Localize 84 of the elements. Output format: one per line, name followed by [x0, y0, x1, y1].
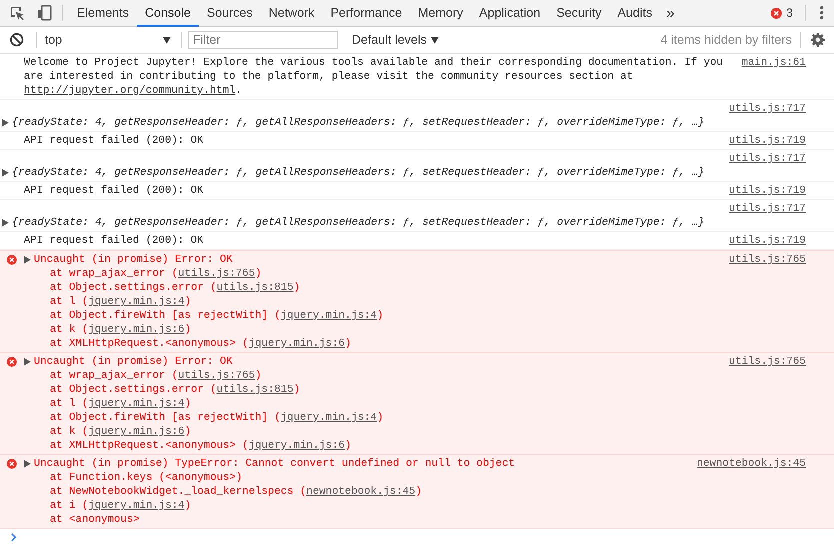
expand-triangle-icon[interactable] [2, 169, 9, 177]
source-link[interactable]: utils.js:717 [729, 102, 806, 116]
stack-frame: at Object.settings.error (utils.js:815) [34, 281, 718, 295]
panel-tab[interactable]: Sources [198, 0, 261, 26]
link[interactable]: utils.js:815 [216, 384, 294, 396]
caret-icon [163, 36, 171, 44]
object-preview[interactable]: {readyState: 4, getResponseHeader: ƒ, getAllResponseHeaders: ƒ, setRequestHeader: ƒ, overrideMimeType: ƒ, …} [12, 116, 705, 130]
menu-icon[interactable] [820, 6, 824, 20]
inspect-icon[interactable] [9, 5, 25, 21]
source-link[interactable]: utils.js:765 [729, 253, 806, 267]
stack-frame: at XMLHttpRequest.<anonymous> (jquery.min.js:6) [34, 439, 718, 453]
source-link[interactable]: utils.js:765 [729, 355, 806, 369]
panel-tab[interactable]: Audits [610, 0, 660, 26]
stack-frame: at l (jquery.min.js:4) [34, 397, 718, 411]
log-message: API request failed (200): OK [24, 135, 204, 147]
expand-triangle-icon[interactable] [2, 219, 9, 227]
hidden-items-note: 4 items hidden by filters [660, 33, 792, 47]
source-link[interactable]: utils.js:719 [729, 184, 806, 198]
object-preview[interactable]: {readyState: 4, getResponseHeader: ƒ, getAllResponseHeaders: ƒ, setRequestHeader: ƒ, overrideMimeType: ƒ, …} [12, 166, 705, 180]
link[interactable]: jquery.min.js:6 [88, 426, 185, 438]
caret-icon [431, 36, 440, 44]
stack-frame: at k (jquery.min.js:6) [34, 323, 718, 337]
prompt-chevron-icon [11, 533, 17, 542]
error-count[interactable]: 3 [786, 6, 793, 20]
stack-frame: at l (jquery.min.js:4) [34, 295, 718, 309]
stack-frame: at Function.keys (<anonymous>) [34, 471, 685, 485]
link[interactable]: jquery.min.js:6 [248, 338, 346, 350]
link[interactable]: utils.js:765 [178, 370, 256, 382]
link[interactable]: jquery.min.js:4 [88, 296, 185, 308]
panel-tab[interactable]: Performance [322, 0, 410, 26]
error-message: Uncaught (in promise) Error: OK [34, 253, 234, 267]
object-preview[interactable]: {readyState: 4, getResponseHeader: ƒ, getAllResponseHeaders: ƒ, setRequestHeader: ƒ, overrideMimeType: ƒ, …} [12, 216, 705, 230]
stack-frame: at Object.fireWith [as rejectWith] (jquery.min.js:4) [34, 309, 718, 323]
link[interactable]: utils.js:815 [216, 282, 294, 294]
clear-console-icon[interactable] [10, 33, 24, 47]
error-icon [7, 255, 17, 265]
link[interactable]: http://jupyter.org/community.html [24, 85, 236, 97]
panel-tab[interactable]: Security [548, 0, 610, 26]
link[interactable]: jquery.min.js:4 [280, 310, 378, 322]
device-toggle-icon[interactable] [37, 5, 53, 21]
filter-field[interactable]: Filter [188, 31, 338, 49]
error-icon [7, 357, 17, 367]
expand-triangle-icon[interactable] [24, 256, 31, 264]
stack-frame: at wrap_ajax_error (utils.js:765) [34, 369, 718, 383]
stack-frame: at Object.fireWith [as rejectWith] (jquery.min.js:4) [34, 411, 718, 425]
link[interactable]: utils.js:765 [178, 268, 256, 280]
stack-frame: at XMLHttpRequest.<anonymous> (jquery.min.js:6) [34, 337, 718, 351]
link[interactable]: newnotebook.js:45 [306, 486, 416, 498]
source-link[interactable]: utils.js:719 [729, 234, 806, 248]
stack-frame: at wrap_ajax_error (utils.js:765) [34, 267, 718, 281]
log-message: API request failed (200): OK [24, 235, 204, 247]
source-link[interactable]: utils.js:717 [729, 152, 806, 166]
panel-tab[interactable]: Application [471, 0, 549, 26]
more-tabs-button[interactable]: » [660, 4, 681, 22]
error-icon [7, 459, 17, 469]
link[interactable]: jquery.min.js:4 [88, 398, 185, 410]
error-message: Uncaught (in promise) TypeError: Cannot convert undefined or null to object [34, 457, 516, 471]
levels-dropdown[interactable]: Default levels [346, 32, 446, 48]
stack-frame: at <anonymous> [34, 513, 685, 527]
panel-tab[interactable]: Network [260, 0, 323, 26]
link[interactable]: jquery.min.js:4 [280, 412, 378, 424]
expand-triangle-icon[interactable] [24, 358, 31, 366]
source-link[interactable]: main.js:61 [742, 56, 806, 70]
log-message: Welcome to Project Jupyter! Explore the various tools available and their corresponding documentation. If you are interested in contributing to the platform, please visit the community resources section at http://jupyter.org/community.html. [24, 57, 724, 97]
source-link[interactable]: utils.js:717 [729, 202, 806, 216]
error-message: Uncaught (in promise) Error: OK [34, 355, 234, 369]
stack-frame: at Object.settings.error (utils.js:815) [34, 383, 718, 397]
stack-frame: at k (jquery.min.js:6) [34, 425, 718, 439]
expand-triangle-icon[interactable] [24, 460, 31, 468]
source-link[interactable]: newnotebook.js:45 [696, 457, 806, 471]
error-icon [771, 8, 782, 18]
context-select[interactable]: top [43, 33, 175, 47]
expand-triangle-icon[interactable] [2, 119, 9, 127]
stack-frame: at i (jquery.min.js:4) [34, 499, 685, 513]
log-message: API request failed (200): OK [24, 185, 204, 197]
stack-frame: at NewNotebookWidget._load_kernelspecs (newnotebook.js:45) [34, 485, 685, 499]
panel-tab[interactable]: Console [137, 0, 199, 26]
link[interactable]: jquery.min.js:6 [248, 440, 346, 452]
panel-tab[interactable]: Memory [410, 0, 472, 26]
panel-tab[interactable]: Elements [69, 0, 138, 26]
link[interactable]: jquery.min.js:4 [88, 500, 185, 512]
settings-icon[interactable] [811, 33, 825, 47]
source-link[interactable]: utils.js:719 [729, 134, 806, 148]
link[interactable]: jquery.min.js:6 [88, 324, 185, 336]
